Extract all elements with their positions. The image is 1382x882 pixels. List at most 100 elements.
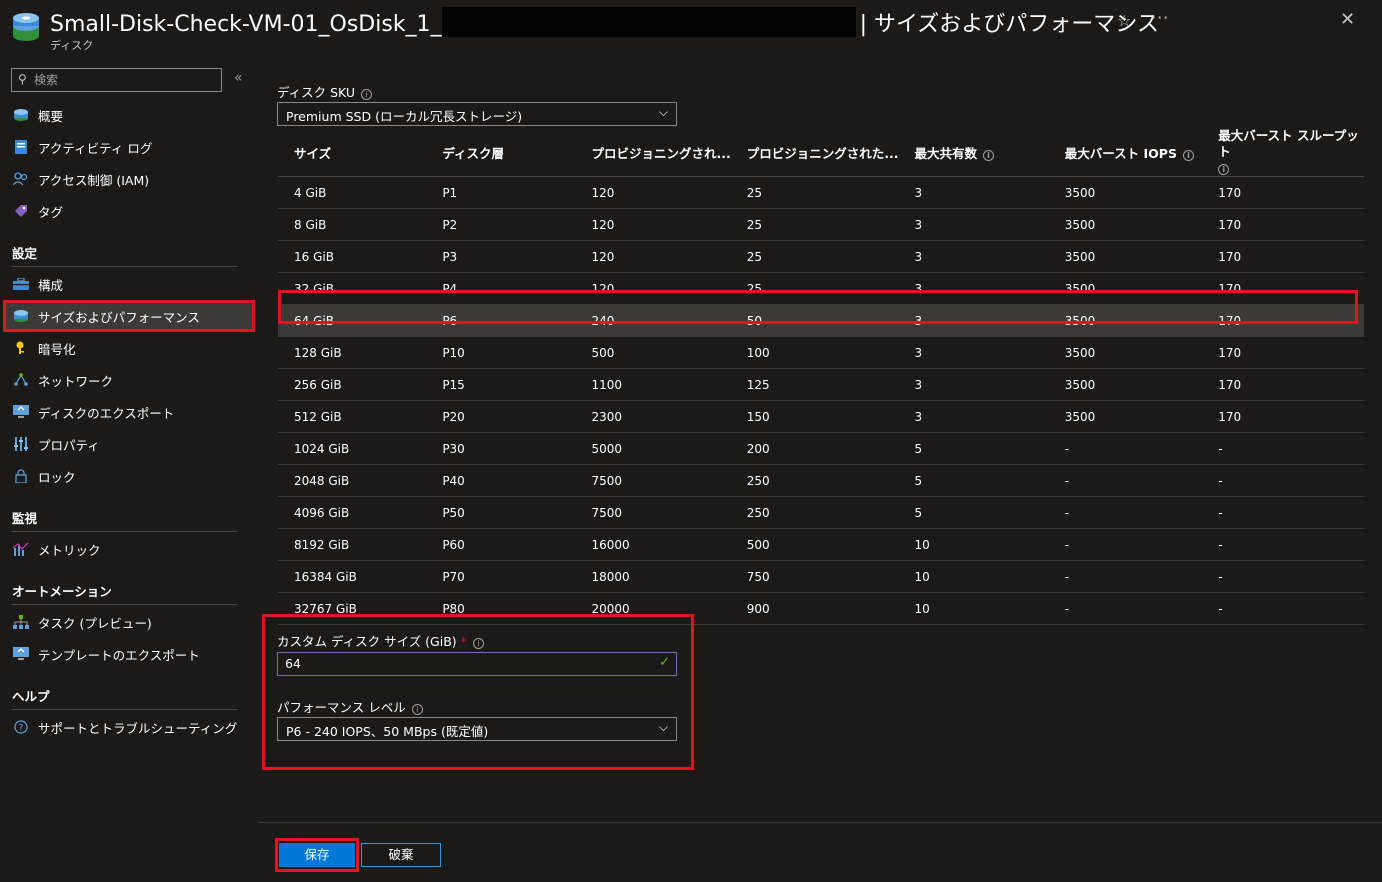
- column-header-max-burst-iops[interactable]: 最大バースト IOPS i: [1048, 128, 1203, 177]
- main-content: ディスク SKU i Premium SSD (ローカル冗長ストレージ) ⌵ サイ…: [258, 60, 1382, 882]
- disk-icon: [13, 13, 39, 41]
- menu-search-box[interactable]: ⚲: [11, 68, 222, 92]
- table-row[interactable]: 4 GiB P1 120 25 3 3500 170: [278, 176, 1364, 209]
- cell-max-burst-iops: 3500: [1048, 368, 1203, 401]
- cell-tier: P70: [426, 560, 576, 593]
- table-row[interactable]: 128 GiB P10 500 100 3 3500 170: [278, 336, 1364, 369]
- table-row[interactable]: 2048 GiB P40 7500 250 5- -: [278, 464, 1364, 497]
- table-row[interactable]: 1024 GiB P30 5000 200 5- -: [278, 432, 1364, 465]
- sidebar-item-size-performance[interactable]: サイズおよびパフォーマンス: [3, 300, 255, 332]
- table-row[interactable]: 512 GiB P20 2300 150 3 3500 170: [278, 400, 1364, 433]
- footer-divider: [258, 822, 1382, 823]
- performance-tier-value: P6 - 240 IOPS、50 MBps (既定値): [286, 724, 489, 739]
- cell-max-burst-throughput: 170: [1202, 272, 1364, 305]
- column-header-max-shares[interactable]: 最大共有数 i: [898, 128, 1049, 177]
- cell-size: 256 GiB: [278, 368, 427, 401]
- sidebar-item-label: テンプレートのエクスポート: [38, 647, 200, 663]
- sidebar-item-overview[interactable]: 概要: [6, 102, 252, 128]
- sidebar-item-configuration[interactable]: 構成: [6, 271, 252, 297]
- cell-tier: P20: [426, 400, 576, 433]
- section-divider: [12, 266, 237, 267]
- sidebar-item-encryption[interactable]: 暗号化: [6, 335, 252, 361]
- sidebar-item-metrics[interactable]: メトリック: [6, 536, 252, 562]
- table-row[interactable]: 8192 GiB P60 16000 500 10- -: [278, 528, 1364, 561]
- cell-max-burst-iops: -: [1048, 592, 1203, 625]
- info-icon[interactable]: i: [983, 149, 994, 161]
- sidebar-item-support[interactable]: ? サポートとトラブルシューティング: [6, 714, 252, 740]
- info-icon[interactable]: i: [411, 704, 423, 715]
- sidebar-item-networking[interactable]: ネットワーク: [6, 367, 252, 393]
- sidebar-item-label: ディスクのエクスポート: [38, 405, 175, 421]
- cell-max-shares: 5: [898, 432, 1049, 465]
- sidebar-item-tags[interactable]: タグ: [6, 198, 252, 224]
- column-header-max-burst-throughput[interactable]: 最大バースト スループット i: [1202, 128, 1364, 177]
- custom-size-input[interactable]: 64 ✓: [277, 652, 677, 676]
- lock-icon: [12, 468, 30, 484]
- collapse-menu-icon[interactable]: «: [234, 70, 243, 86]
- cell-max-shares: 3: [898, 304, 1049, 337]
- table-row[interactable]: 32767 GiB P80 20000 900 10- -: [278, 592, 1364, 625]
- cell-size: 16 GiB: [278, 240, 427, 273]
- table-row[interactable]: 64 GiB P6 240 50 3 3500 170: [278, 304, 1364, 337]
- discard-button[interactable]: 破棄: [361, 843, 441, 867]
- cell-tier: P6: [426, 304, 576, 337]
- sku-dropdown[interactable]: Premium SSD (ローカル冗長ストレージ) ⌵: [277, 102, 677, 126]
- table-row[interactable]: 32 GiB P4 120 25 3 3500 170: [278, 272, 1364, 305]
- column-header-provisioned-iops[interactable]: プロビジョニングされ...: [575, 128, 731, 177]
- cell-size: 64 GiB: [278, 304, 427, 337]
- sidebar-item-tasks[interactable]: タスク (プレビュー): [6, 609, 252, 635]
- info-icon[interactable]: i: [1182, 149, 1194, 161]
- cell-max-shares: 3: [898, 176, 1049, 209]
- sidebar-item-disk-export[interactable]: ディスクのエクスポート: [6, 399, 252, 425]
- info-icon[interactable]: i: [1218, 164, 1230, 175]
- sidebar-item-locks[interactable]: ロック: [6, 463, 252, 489]
- column-header-size[interactable]: サイズ: [278, 128, 427, 177]
- sidebar-item-activity-log[interactable]: アクティビティ ログ: [6, 134, 252, 160]
- cell-provisioned-throughput: 250: [730, 464, 899, 497]
- cell-size: 4 GiB: [278, 176, 427, 209]
- cell-provisioned-throughput: 25: [730, 240, 899, 273]
- people-icon: [12, 171, 30, 187]
- title-blade-name: | サイズおよびパフォーマンス: [859, 12, 1159, 37]
- title-disk-name: Small-Disk-Check-VM-01_OsDisk_1_: [50, 12, 442, 37]
- favorite-star-icon[interactable]: ☆: [1117, 11, 1131, 30]
- sidebar-item-export-template[interactable]: テンプレートのエクスポート: [6, 641, 252, 667]
- save-button[interactable]: 保存: [279, 843, 355, 867]
- more-options-icon[interactable]: ···: [1151, 8, 1169, 27]
- sidebar-item-properties[interactable]: プロパティ: [6, 431, 252, 457]
- cell-provisioned-iops: 1100: [575, 368, 731, 401]
- info-icon[interactable]: i: [472, 638, 484, 649]
- column-header-provisioned-throughput[interactable]: プロビジョニングされた...: [730, 128, 899, 177]
- performance-tier-dropdown[interactable]: P6 - 240 IOPS、50 MBps (既定値) ⌵: [277, 717, 677, 741]
- sidebar-item-label: アクティビティ ログ: [38, 140, 153, 156]
- cell-max-burst-throughput: 170: [1202, 368, 1364, 401]
- menu-search-input[interactable]: [34, 71, 214, 89]
- info-icon[interactable]: i: [361, 89, 373, 100]
- section-title-help: ヘルプ: [12, 689, 50, 704]
- cell-max-burst-throughput: -: [1202, 432, 1364, 465]
- cell-tier: P1: [426, 176, 576, 209]
- cell-max-burst-throughput: -: [1202, 592, 1364, 625]
- table-row[interactable]: 256 GiB P15 1100 125 3 3500 170: [278, 368, 1364, 401]
- template-export-icon: [12, 646, 30, 662]
- properties-icon: [12, 436, 30, 452]
- close-icon[interactable]: ✕: [1340, 9, 1355, 30]
- cell-provisioned-iops: 16000: [575, 528, 731, 561]
- cell-size: 8 GiB: [278, 208, 427, 241]
- column-header-tier[interactable]: ディスク層: [426, 128, 576, 177]
- metrics-icon: [12, 541, 30, 557]
- disk-icon: [12, 107, 30, 123]
- cell-provisioned-iops: 5000: [575, 432, 731, 465]
- cell-max-shares: 10: [898, 528, 1049, 561]
- cell-max-shares: 5: [898, 496, 1049, 529]
- sidebar-item-iam[interactable]: アクセス制御 (IAM): [6, 166, 252, 192]
- cell-provisioned-throughput: 125: [730, 368, 899, 401]
- table-row[interactable]: 4096 GiB P50 7500 250 5- -: [278, 496, 1364, 529]
- table-row[interactable]: 16 GiB P3 120 25 3 3500 170: [278, 240, 1364, 273]
- table-row[interactable]: 8 GiB P2 120 25 3 3500 170: [278, 208, 1364, 241]
- sidebar-item-label: サポートとトラブルシューティング: [38, 720, 238, 736]
- cell-provisioned-iops: 20000: [575, 592, 731, 625]
- sidebar-item-label: メトリック: [38, 542, 101, 558]
- cell-size: 128 GiB: [278, 336, 427, 369]
- table-row[interactable]: 16384 GiB P70 18000 750 10- -: [278, 560, 1364, 593]
